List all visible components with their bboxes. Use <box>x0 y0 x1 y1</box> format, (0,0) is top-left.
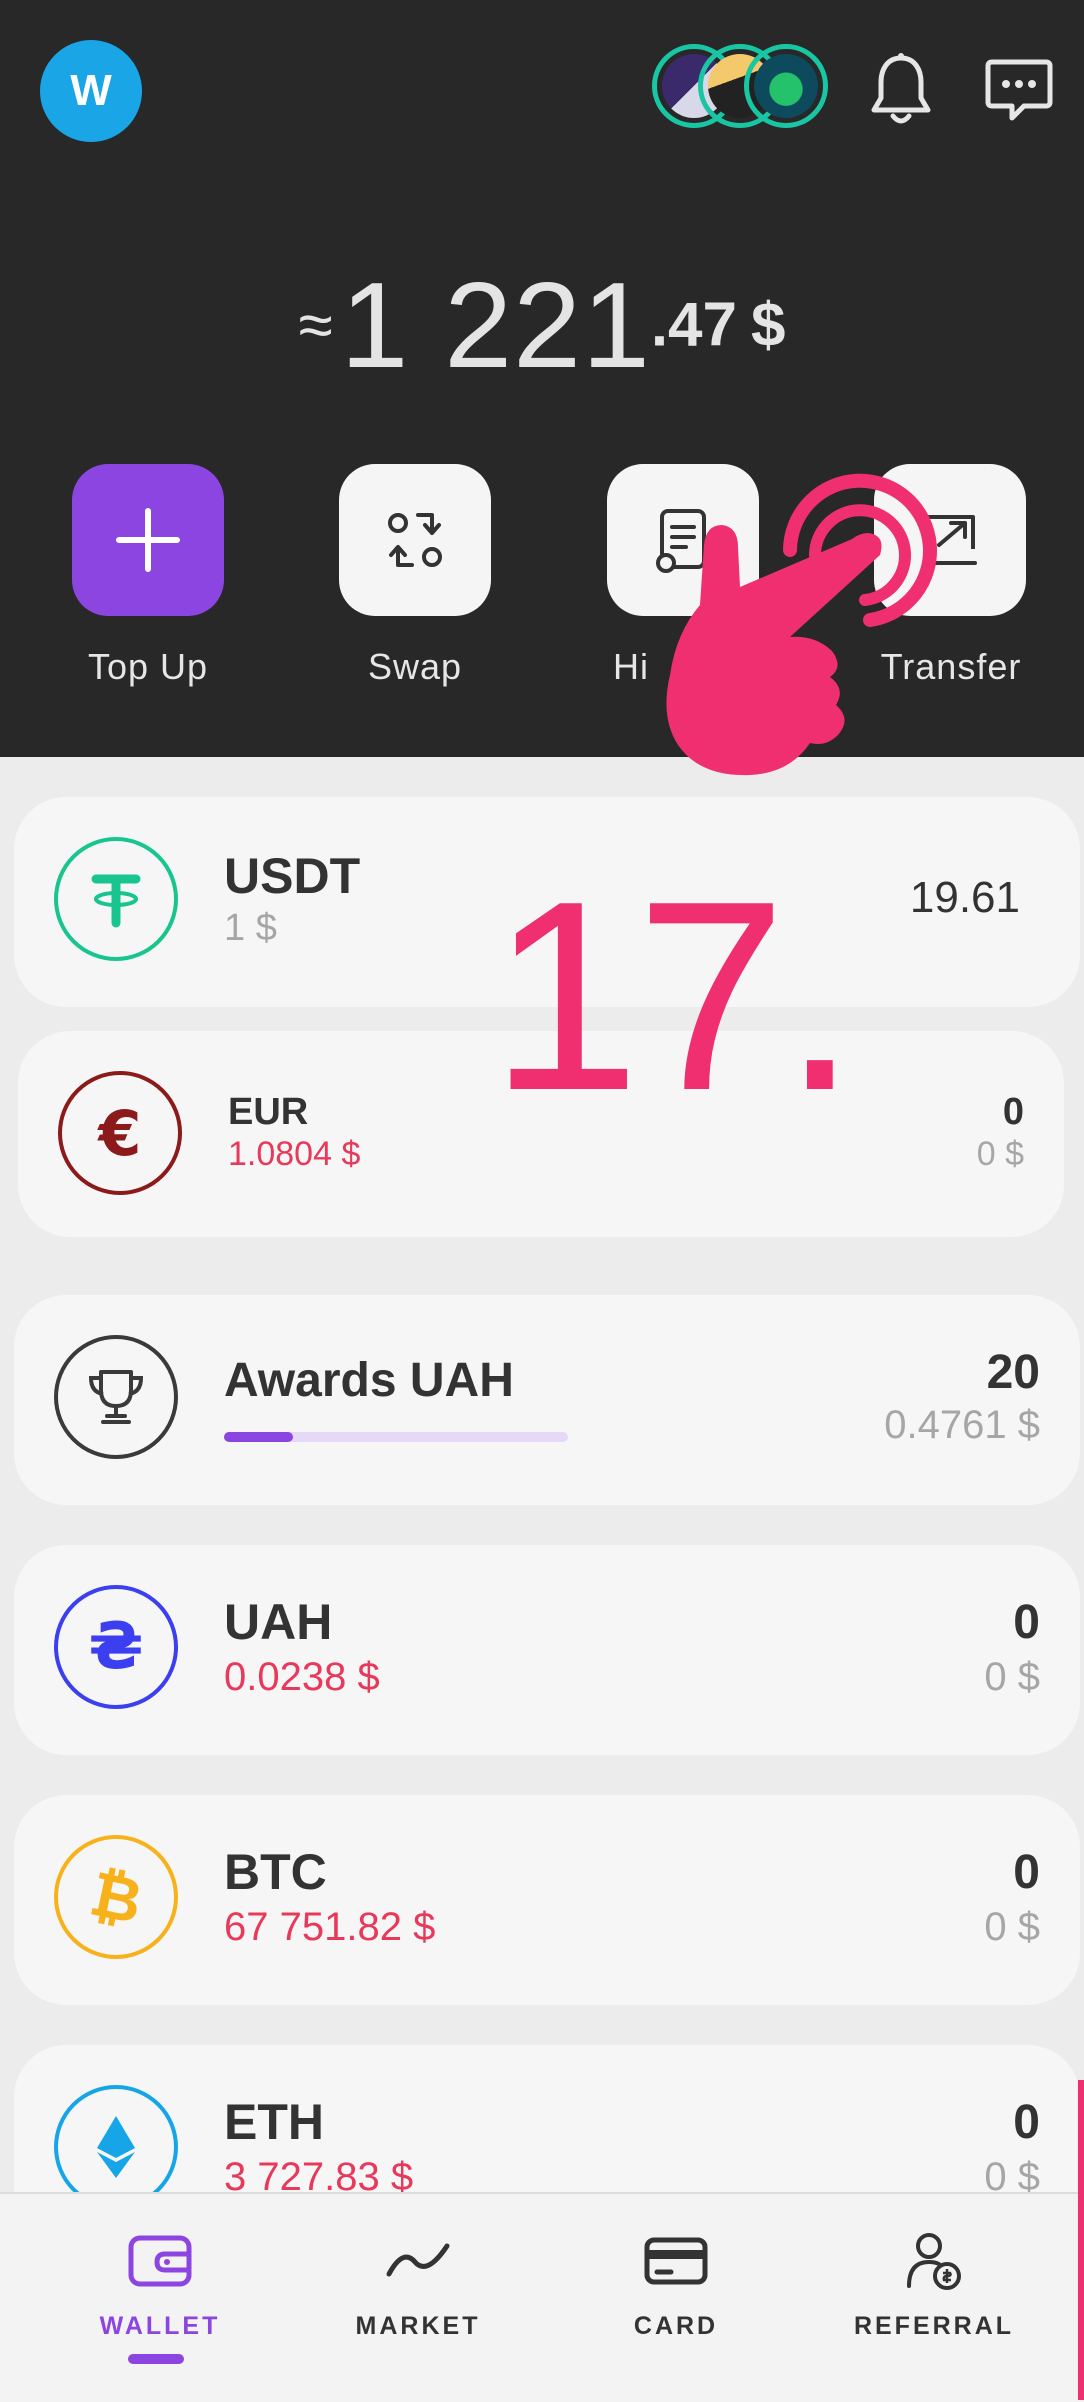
wallet-icon <box>128 2235 192 2287</box>
nav-card-label: CARD <box>633 2312 719 2340</box>
asset-name: BTC <box>224 1844 327 1900</box>
top-up-action[interactable]: Top Up <box>72 464 224 688</box>
asset-usd-value: 0.4761 $ <box>884 1403 1040 1447</box>
swap-button[interactable] <box>339 464 491 616</box>
step-number-annotation: 17. <box>490 846 857 1147</box>
avatar-letter: W <box>70 66 112 115</box>
bell-icon[interactable] <box>868 52 934 128</box>
nav-active-indicator <box>128 2354 184 2364</box>
tether-icon <box>54 837 178 961</box>
trophy-icon <box>54 1335 178 1459</box>
top-up-button[interactable] <box>72 464 224 616</box>
swap-action[interactable]: Swap <box>339 464 491 688</box>
hryvnia-icon: ₴ <box>54 1585 178 1709</box>
profile-avatar[interactable]: W <box>40 40 142 142</box>
asset-row-awards-uah[interactable]: Awards UAH 20 0.4761 $ <box>14 1295 1080 1505</box>
tap-hand-icon <box>666 473 937 776</box>
awards-progress-fill <box>224 1432 293 1442</box>
nav-referral[interactable]: REFERRAL <box>834 2228 1034 2341</box>
asset-price: 67 751.82 $ <box>224 1905 436 1949</box>
balance-approx: ≈ <box>298 290 333 360</box>
asset-amount: 0 <box>1013 1596 1040 1649</box>
asset-usd-value: 0 $ <box>984 1655 1040 1699</box>
market-icon <box>386 2243 450 2277</box>
nav-market[interactable]: MARKET <box>318 2228 518 2341</box>
asset-amount: 20 <box>986 1346 1040 1399</box>
referral-icon <box>907 2233 961 2290</box>
asset-name: ETH <box>224 2094 324 2150</box>
top-up-label: Top Up <box>87 646 209 687</box>
asset-price: 1 $ <box>224 907 277 949</box>
asset-usd-value: 0 $ <box>984 1905 1040 1949</box>
chat-icon[interactable] <box>984 58 1054 124</box>
nav-wallet[interactable]: WALLET <box>60 2228 260 2341</box>
asset-row-btc[interactable]: ₿ BTC 67 751.82 $ 0 0 $ <box>14 1795 1080 2005</box>
bitcoin-icon: ₿ <box>54 1835 178 1959</box>
asset-name: UAH <box>224 1594 333 1650</box>
ethereum-icon <box>54 2085 178 2209</box>
card-icon <box>644 2237 708 2285</box>
swap-icon <box>388 513 442 567</box>
annotation-edge-line <box>1078 2080 1084 2400</box>
euro-icon: € <box>58 1071 182 1195</box>
asset-amount: 0 <box>1013 1846 1040 1899</box>
nav-referral-label: REFERRAL <box>853 2312 1015 2340</box>
nav-card[interactable]: CARD <box>576 2228 776 2341</box>
asset-name: EUR <box>228 1091 309 1133</box>
asset-price: 0.0238 $ <box>224 1655 380 1699</box>
asset-amount: 0 <box>1002 1091 1024 1133</box>
asset-usd-value: 0 $ <box>976 1135 1024 1173</box>
nav-market-label: MARKET <box>355 2312 481 2340</box>
balance-decimal: .47 <box>650 290 738 360</box>
nav-wallet-label: WALLET <box>99 2312 221 2340</box>
asset-row-uah[interactable]: ₴ UAH 0.0238 $ 0 0 $ <box>14 1545 1080 1755</box>
asset-price: 1.0804 $ <box>228 1135 361 1173</box>
total-balance: ≈1 221.47 $ <box>0 255 1084 395</box>
asset-name: Awards UAH <box>224 1354 514 1407</box>
awards-progress-bar <box>224 1432 568 1442</box>
asset-name: USDT <box>224 848 361 904</box>
swap-label: Swap <box>367 646 463 687</box>
balance-currency: $ <box>751 290 786 360</box>
balance-integer: 1 221 <box>340 257 651 393</box>
asset-amount: 0 <box>1013 2096 1040 2149</box>
story-thumbnail-3[interactable] <box>744 44 828 128</box>
asset-amount: 19.61 <box>909 873 1020 922</box>
bottom-navigation: WALLET MARKET CARD REFERRAL <box>0 2192 1084 2402</box>
plus-icon <box>116 508 180 572</box>
stories-row[interactable] <box>652 44 834 136</box>
